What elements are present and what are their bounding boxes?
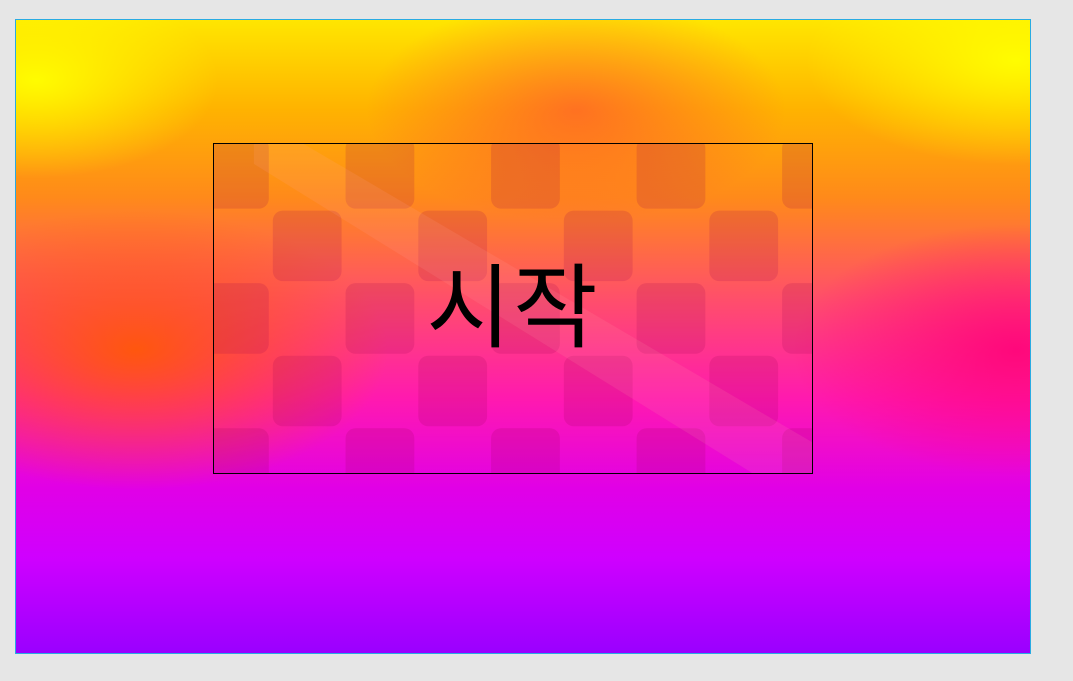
checker-cell [491,428,560,473]
start-button[interactable]: 시작 [213,143,813,474]
checker-cell [491,144,560,209]
checker-cell [345,428,415,473]
checker-cell [636,144,706,209]
checker-cell [782,144,812,209]
game-canvas[interactable]: 시작 [15,19,1031,654]
checker-cell [272,355,342,427]
checker-cell [214,428,269,473]
start-button-label: 시작 [426,254,600,362]
checker-cell [418,355,488,427]
